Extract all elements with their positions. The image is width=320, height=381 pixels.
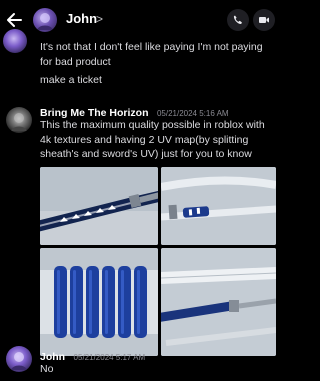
message-text: make a ticket [40, 74, 102, 86]
message-text: This the maximum quality possible in rob… [40, 118, 276, 162]
message-line: for bad product [40, 55, 111, 68]
message-text: It's not that I don't feel like paying I… [40, 40, 276, 69]
message-text: No [40, 363, 54, 375]
message-line: This the maximum quality possible in rob… [40, 119, 265, 131]
message-line: 4k textures and having 2 UV map(by split… [40, 133, 249, 146]
avatar[interactable] [3, 29, 27, 53]
avatar[interactable] [33, 8, 57, 32]
avatar[interactable] [6, 107, 32, 133]
timestamp: 05/21/2024 5:16 AM [156, 109, 229, 118]
attachment-image[interactable] [161, 248, 276, 356]
video-camera-icon[interactable] [253, 9, 275, 31]
phone-icon[interactable] [227, 9, 249, 31]
attachment-image[interactable] [40, 248, 158, 356]
message-line: sheath's and sword's UV) just for you to… [40, 148, 252, 160]
avatar[interactable] [6, 346, 32, 372]
attachment-image[interactable] [161, 167, 276, 245]
chevron-right-icon[interactable]: > [96, 12, 103, 26]
chat-header: John > [0, 0, 277, 40]
message-line: It's not that I don't feel like paying I… [40, 41, 263, 53]
image-attachments [40, 167, 276, 357]
attachment-image[interactable] [40, 167, 158, 245]
timestamp: 05/21/2024 5:17 AM [73, 353, 146, 362]
arrow-left-icon[interactable] [5, 10, 25, 30]
contact-name[interactable]: John [66, 11, 97, 26]
